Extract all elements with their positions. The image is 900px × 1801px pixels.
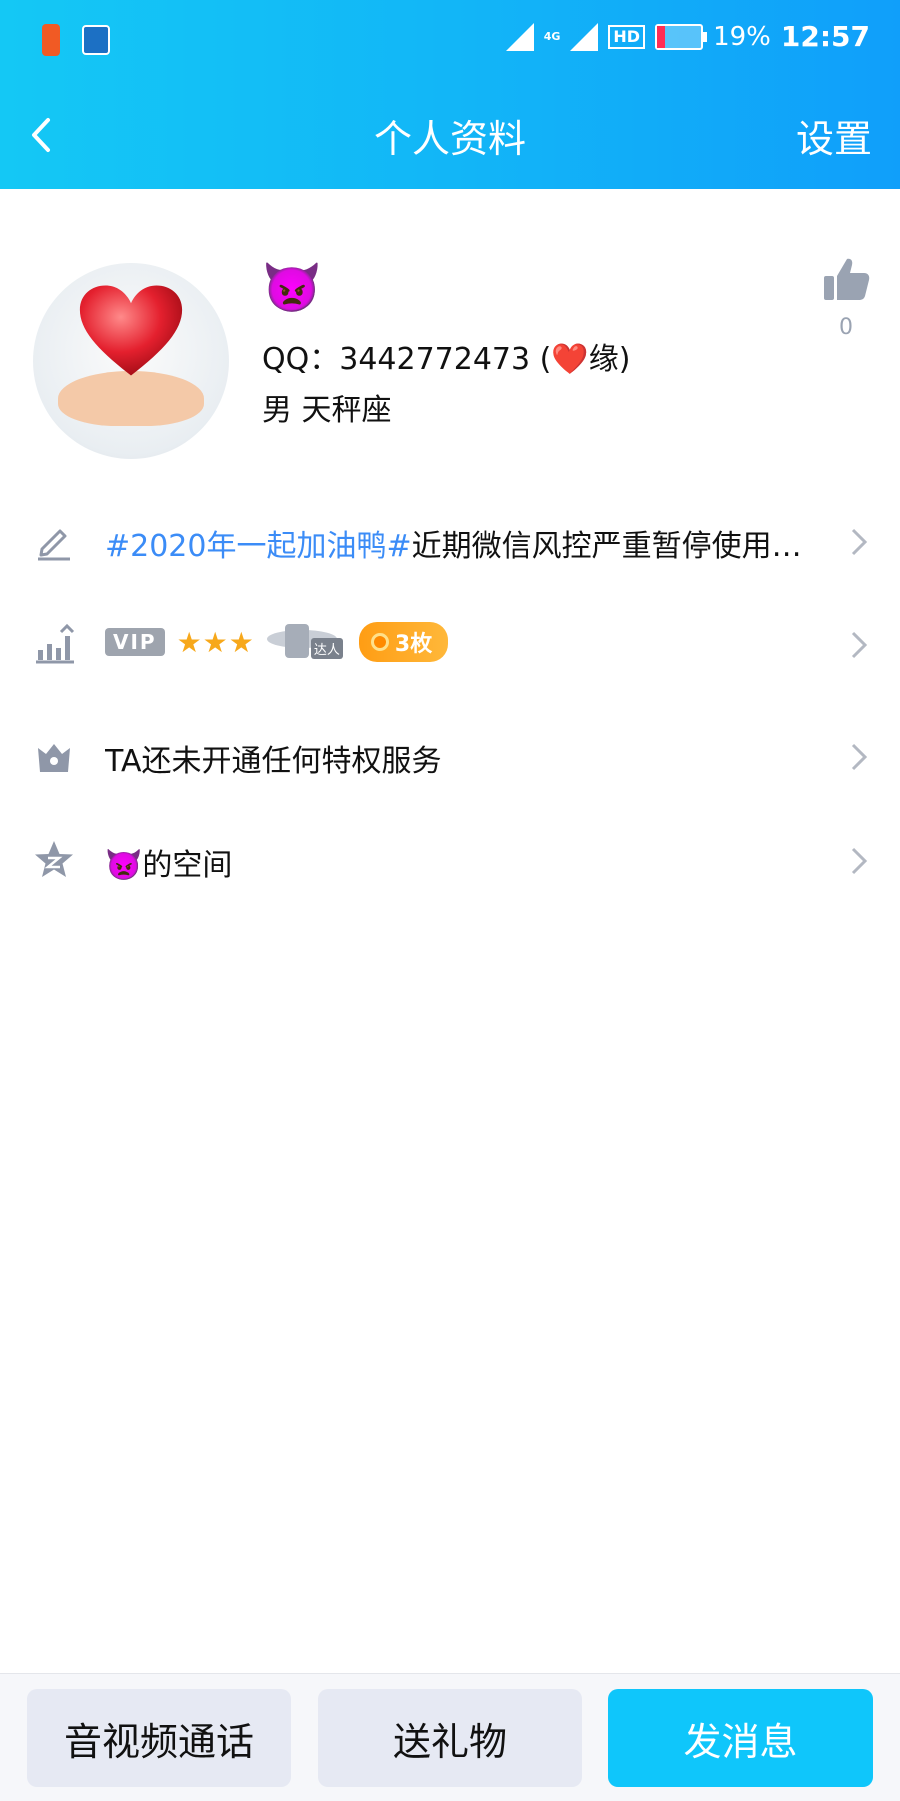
chevron-right-icon — [848, 844, 870, 878]
level-up-icon — [32, 622, 76, 666]
space-text: 👿的空间 — [105, 848, 233, 883]
settings-button[interactable]: 设置 — [796, 108, 872, 163]
privilege-row[interactable]: TA还未开通任何特权服务 — [0, 712, 900, 802]
notification-app-icon — [42, 24, 60, 56]
bottom-action-bar: 音视频通话 送礼物 发消息 — [0, 1673, 900, 1801]
like-button[interactable]: 0 — [818, 255, 874, 340]
coins-badge: 3枚 — [358, 622, 449, 662]
header: 4G HD 19% 12:57 个人资料 设置 — [0, 0, 900, 189]
battery-icon — [655, 23, 708, 50]
hd-badge: HD — [608, 24, 646, 49]
like-count: 0 — [839, 315, 853, 340]
signature-row[interactable]: #2020年一起加油鸭#近期微信风控严重暂停使用，… — [0, 497, 900, 587]
avatar[interactable] — [33, 263, 229, 459]
qzone-star-icon — [32, 838, 76, 882]
pencil-icon — [32, 519, 76, 563]
thumbs-up-icon — [824, 258, 870, 300]
daren-badge: 达人 — [266, 624, 347, 660]
nickname: 👿 — [262, 260, 322, 316]
signal-icon-2 — [570, 22, 599, 51]
send-gift-button[interactable]: 送礼物 — [318, 1689, 582, 1787]
heart-emoji: ❤️ — [551, 342, 589, 377]
signal-icon — [505, 22, 534, 51]
status-right: 4G HD 19% 12:57 — [505, 20, 870, 53]
level-stars: ★★★ — [176, 625, 255, 659]
accessibility-app-icon — [82, 25, 110, 55]
chevron-right-icon — [848, 628, 870, 662]
status-left — [40, 24, 110, 56]
send-message-button[interactable]: 发消息 — [608, 1689, 873, 1787]
signature-tag[interactable]: #2020年一起加油鸭# — [105, 529, 412, 564]
phone-icon — [284, 624, 309, 658]
clock: 12:57 — [780, 20, 870, 53]
battery-fill — [657, 25, 666, 48]
privilege-text: TA还未开通任何特权服务 — [105, 744, 442, 779]
vip-badge: VIP — [105, 628, 165, 656]
heart-image — [79, 285, 183, 376]
status-bar: 4G HD 19% 12:57 — [0, 0, 900, 80]
chevron-right-icon — [848, 525, 870, 559]
daren-label: 达人 — [310, 638, 343, 659]
gender-zodiac: 男 天秤座 — [262, 393, 392, 428]
space-row[interactable]: 👿的空间 — [0, 816, 900, 906]
level-badges: VIP ★★★ 达人 3枚 — [105, 622, 449, 662]
level-row[interactable]: VIP ★★★ 达人 3枚 — [0, 600, 900, 690]
video-call-button[interactable]: 音视频通话 — [27, 1689, 291, 1787]
coin-icon — [370, 633, 389, 651]
crown-icon — [32, 734, 76, 778]
signature-text: #2020年一起加油鸭#近期微信风控严重暂停使用，… — [105, 529, 825, 564]
qq-number: QQ：3442772473 (❤️缘) — [262, 342, 631, 377]
coins-count: 3枚 — [394, 632, 433, 657]
network-type: 4G — [543, 29, 561, 43]
battery-percent: 19% — [713, 21, 771, 52]
chevron-right-icon — [848, 740, 870, 774]
page-title: 个人资料 — [373, 117, 526, 161]
